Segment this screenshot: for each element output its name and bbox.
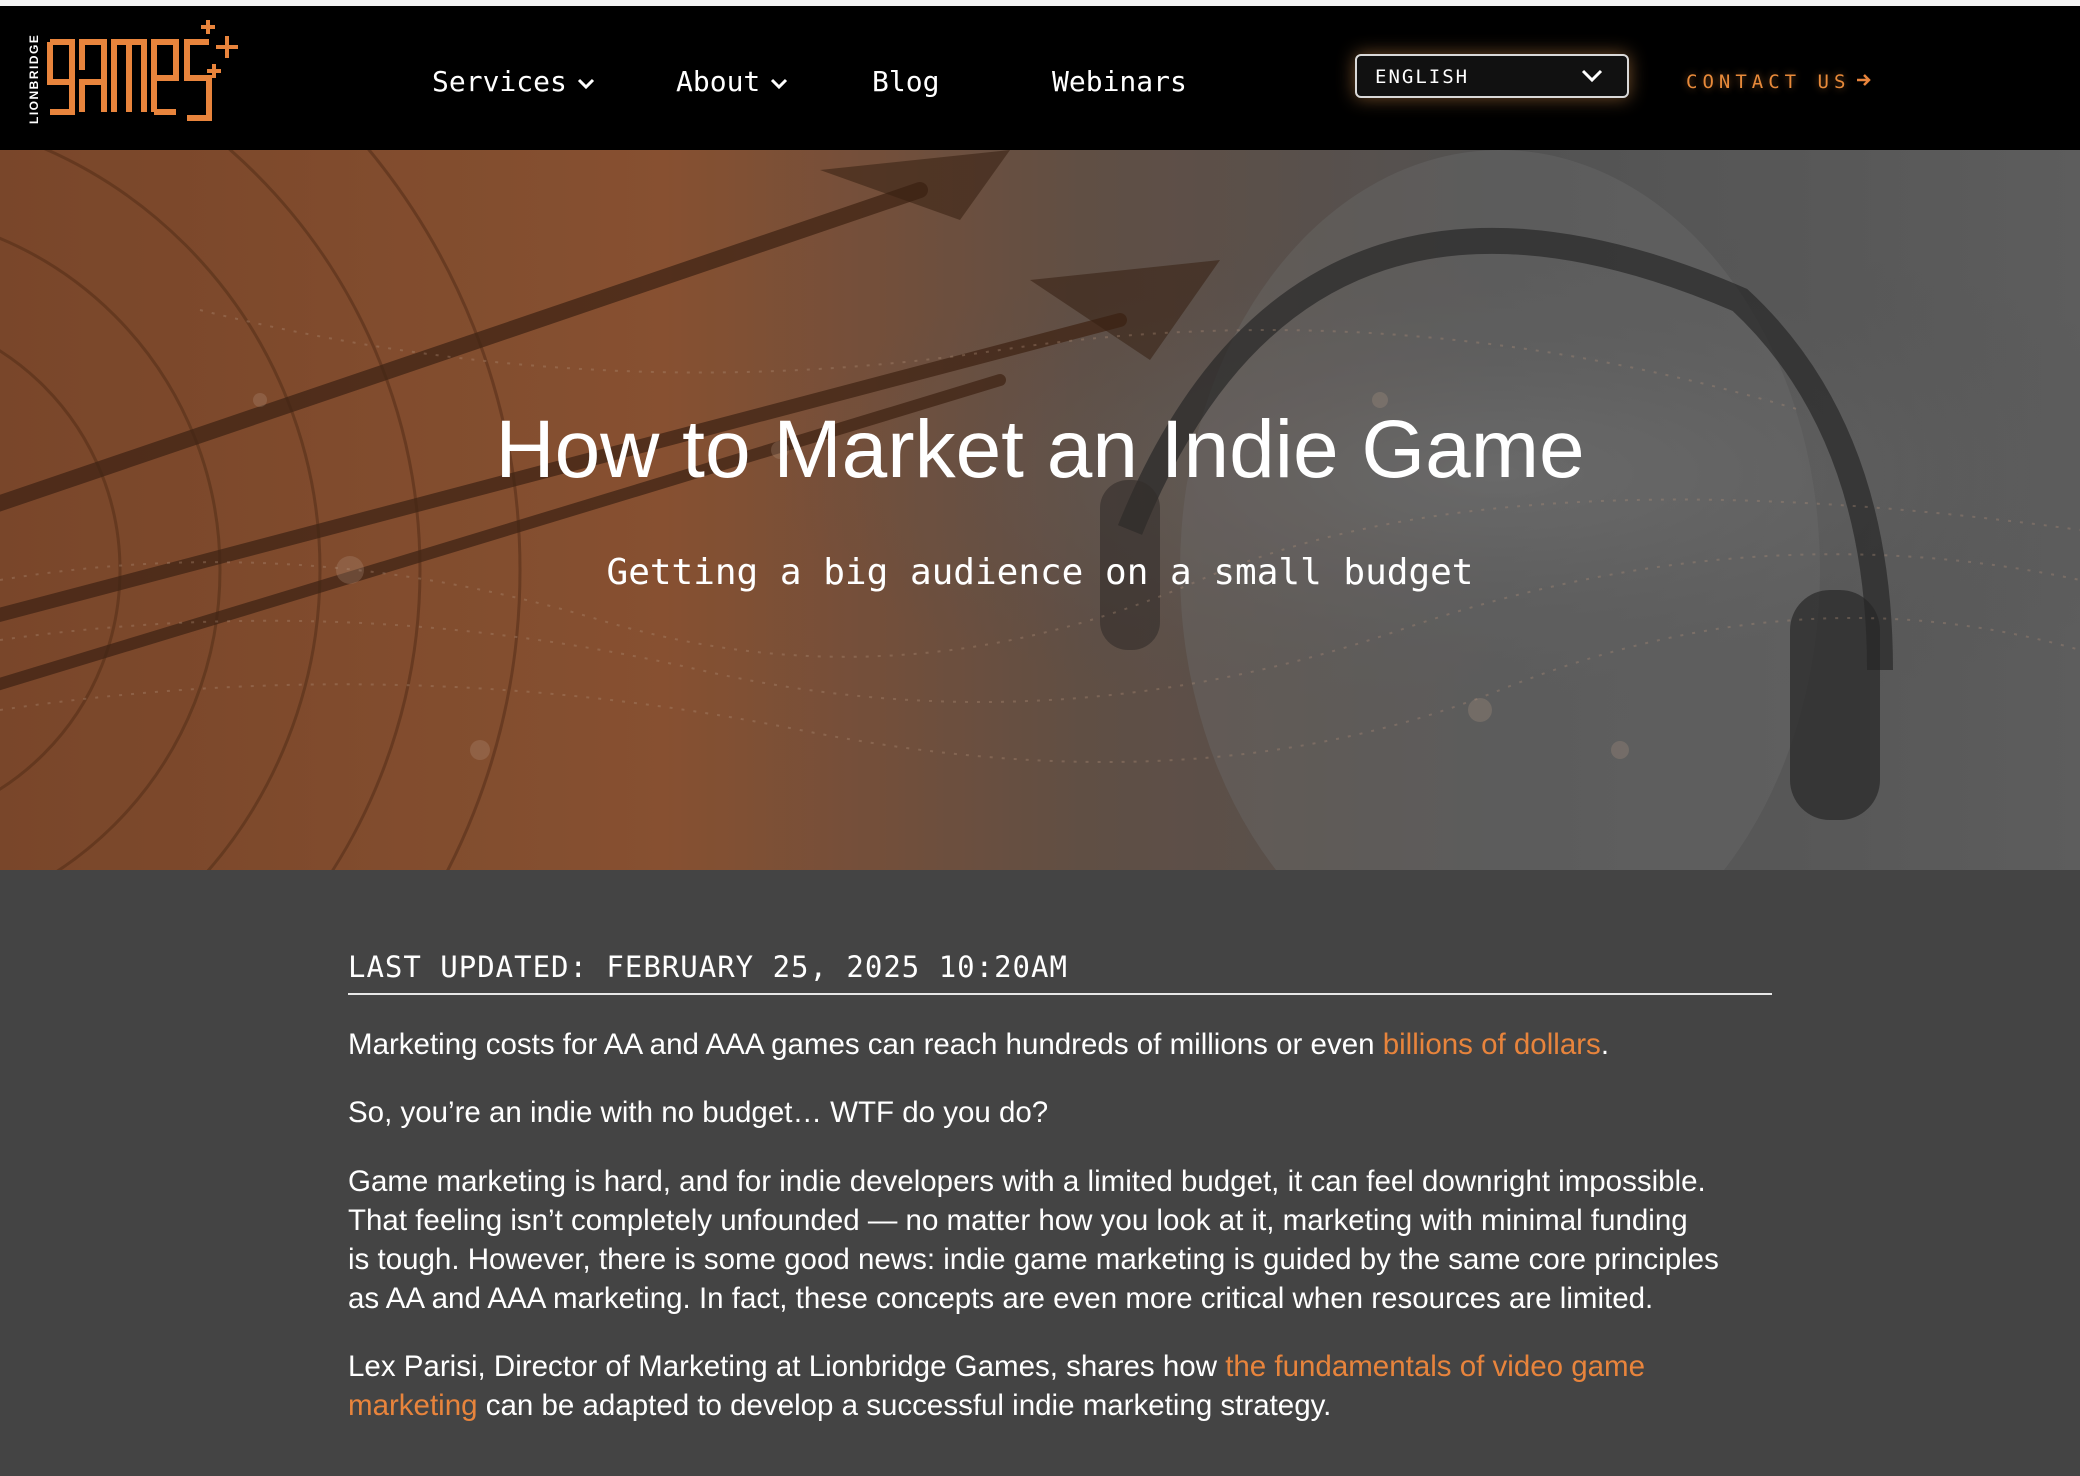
nav-about-label: About (676, 65, 761, 98)
page-subtitle: Getting a big audience on a small budget (606, 552, 1474, 593)
paragraph-4-end: can be adapted to develop a successful i… (477, 1389, 1332, 1422)
language-select[interactable]: ENGLISH (1355, 54, 1629, 98)
video-game-marketing-link[interactable]: marketing (348, 1389, 478, 1422)
language-select-value: ENGLISH (1375, 66, 1470, 88)
arrow-right-icon (1856, 57, 1872, 105)
paragraph-4-text: Lex Parisi, Director of Marketing at Lio… (348, 1350, 1226, 1383)
nav-services[interactable]: Services (432, 58, 595, 106)
hero-banner: How to Market an Indie Game Getting a bi… (0, 150, 2080, 870)
paragraph-3-line: That feeling isn’t completely unfounded … (348, 1204, 1688, 1237)
paragraph-1-end: . (1600, 1028, 1610, 1061)
nav-about[interactable]: About (676, 58, 788, 106)
contact-us-label: CONTACT US (1686, 71, 1851, 93)
divider (348, 993, 1772, 995)
contact-us-link[interactable]: CONTACT US (1686, 58, 1872, 106)
paragraph-3-line: Game marketing is hard, and for indie de… (348, 1165, 1706, 1198)
paragraph-3-line: as AA and AAA marketing. In fact, these … (348, 1282, 1654, 1315)
video-game-marketing-link[interactable]: the fundamentals of video game (1225, 1350, 1645, 1383)
nav-blog-label: Blog (872, 65, 940, 98)
paragraph-3: Game marketing is hard, and for indie de… (348, 1162, 1772, 1318)
billions-of-dollars-link[interactable]: billions of dollars (1383, 1028, 1601, 1061)
nav-webinars[interactable]: Webinars (1052, 58, 1187, 106)
lionbridge-games-logo[interactable]: LIONBRIDGE (24, 12, 244, 142)
paragraph-3-line: is tough. However, there is some good ne… (348, 1243, 1719, 1276)
paragraph-1-text: Marketing costs for AA and AAA games can… (348, 1028, 1383, 1061)
hero-background-image (0, 150, 2080, 870)
paragraph-1: Marketing costs for AA and AAA games can… (348, 1025, 1772, 1064)
paragraph-2: So, you’re an indie with no budget… WTF … (348, 1096, 1049, 1129)
chevron-down-icon (770, 57, 788, 105)
page-title: How to Market an Indie Game (495, 404, 1585, 495)
paragraph-4: Lex Parisi, Director of Marketing at Lio… (348, 1347, 1772, 1425)
svg-text:LIONBRIDGE: LIONBRIDGE (27, 34, 41, 124)
site-header: LIONBRIDGE Services About Blog Webinars … (0, 6, 2080, 150)
chevron-down-icon (1581, 68, 1603, 87)
nav-services-label: Services (432, 65, 567, 98)
last-updated: LAST UPDATED: FEBRUARY 25, 2025 10:20AM (348, 950, 1068, 984)
nav-blog[interactable]: Blog (872, 58, 939, 106)
chevron-down-icon (577, 57, 595, 105)
nav-webinars-label: Webinars (1052, 65, 1187, 98)
